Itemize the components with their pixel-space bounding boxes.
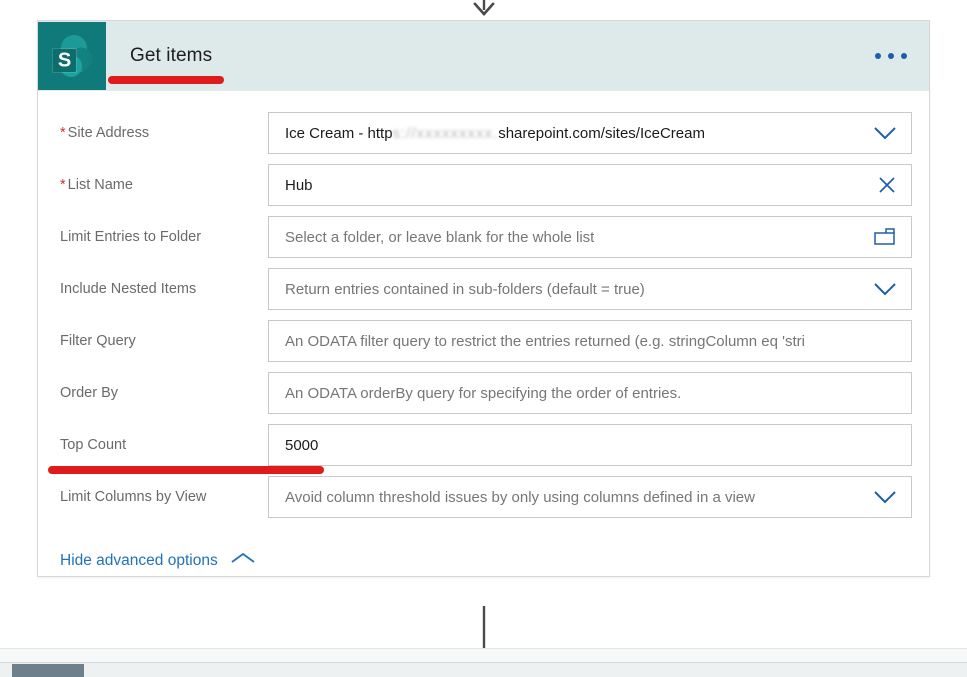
ellipsis-dot [875, 52, 881, 59]
field-input-order-by[interactable]: An ODATA orderBy query for specifying th… [268, 372, 912, 414]
field-input-top-count[interactable]: 5000 [268, 424, 912, 466]
hide-advanced-options-button[interactable]: Hide advanced options [60, 551, 256, 570]
field-row-site-address: * Site Address Ice Cream - https://xxxxxx… [60, 107, 913, 159]
hide-advanced-options-label: Hide advanced options [60, 551, 218, 569]
field-label-list-name: * List Name [60, 177, 133, 193]
field-value-list-name: Hub [285, 176, 313, 194]
flow-connector-top [0, 0, 967, 16]
required-asterisk: * [60, 125, 66, 141]
field-input-include-nested-items[interactable]: Return entries contained in sub-folders … [268, 268, 912, 310]
annotation-underline-top-count [48, 466, 324, 474]
scrollbar-thumb[interactable] [12, 664, 84, 677]
field-label-filter-query: Filter Query [60, 333, 136, 349]
overflow-menu-button[interactable] [875, 52, 907, 59]
field-label-include-nested-items: Include Nested Items [60, 281, 197, 297]
annotation-underline-title [108, 76, 224, 84]
field-row-filter-query: Filter Query An ODATA filter query to re… [60, 315, 913, 367]
chevron-down-icon[interactable] [873, 282, 897, 296]
card-title: Get items [130, 44, 213, 66]
svg-text:S: S [58, 49, 71, 71]
action-card-get-items: S Get items * Site Address Ice Cream - ht… [37, 20, 930, 577]
field-placeholder-filter-query: An ODATA filter query to restrict the en… [285, 332, 806, 350]
chevron-down-icon[interactable] [873, 490, 897, 504]
field-placeholder-order-by: An ODATA orderBy query for specifying th… [285, 384, 682, 402]
field-row-include-nested-items: Include Nested Items Return entries cont… [60, 263, 913, 315]
field-input-site-address[interactable]: Ice Cream - https://xxxxxxxxx.sharepoint… [268, 112, 912, 154]
field-row-limit-columns-by-view: Limit Columns by View Avoid column thres… [60, 471, 913, 523]
redacted-text: s://xxxxxxxxx. [392, 124, 499, 142]
field-row-top-count: Top Count 5000 [60, 419, 913, 471]
field-input-filter-query[interactable]: An ODATA filter query to restrict the en… [268, 320, 912, 362]
field-placeholder-limit-columns-by-view: Avoid column threshold issues by only us… [285, 488, 755, 506]
field-label-order-by: Order By [60, 385, 119, 401]
field-label-site-address: * Site Address [60, 125, 150, 141]
field-label-limit-columns-by-view: Limit Columns by View [60, 489, 207, 505]
field-value-site-address: Ice Cream - https://xxxxxxxxx.sharepoint… [285, 124, 705, 142]
required-asterisk: * [60, 177, 66, 193]
chevron-up-icon [230, 551, 256, 570]
field-placeholder-limit-entries-to-folder: Select a folder, or leave blank for the … [285, 228, 595, 246]
page-root: S Get items * Site Address Ice Cream - ht… [0, 0, 967, 677]
field-row-list-name: * List Name Hub [60, 159, 913, 211]
down-arrow-icon [472, 0, 495, 16]
field-input-list-name[interactable]: Hub [268, 164, 912, 206]
horizontal-scrollbar[interactable] [0, 662, 967, 677]
field-input-limit-entries-to-folder[interactable]: Select a folder, or leave blank for the … [268, 216, 912, 258]
field-value-top-count: 5000 [285, 436, 319, 454]
folder-icon[interactable] [873, 227, 897, 247]
field-placeholder-include-nested-items: Return entries contained in sub-folders … [285, 280, 645, 298]
field-label-top-count: Top Count [60, 437, 127, 453]
ellipsis-dot [888, 52, 894, 59]
chevron-down-icon[interactable] [873, 126, 897, 140]
field-row-limit-entries-to-folder: Limit Entries to Folder Select a folder,… [60, 211, 913, 263]
field-label-limit-entries-to-folder: Limit Entries to Folder [60, 229, 202, 245]
ellipsis-dot [901, 52, 907, 59]
field-row-order-by: Order By An ODATA orderBy query for spec… [60, 367, 913, 419]
sharepoint-icon: S [38, 21, 106, 90]
page-bottom-band [0, 648, 967, 662]
field-input-limit-columns-by-view[interactable]: Avoid column threshold issues by only us… [268, 476, 912, 518]
close-icon[interactable] [877, 175, 897, 195]
